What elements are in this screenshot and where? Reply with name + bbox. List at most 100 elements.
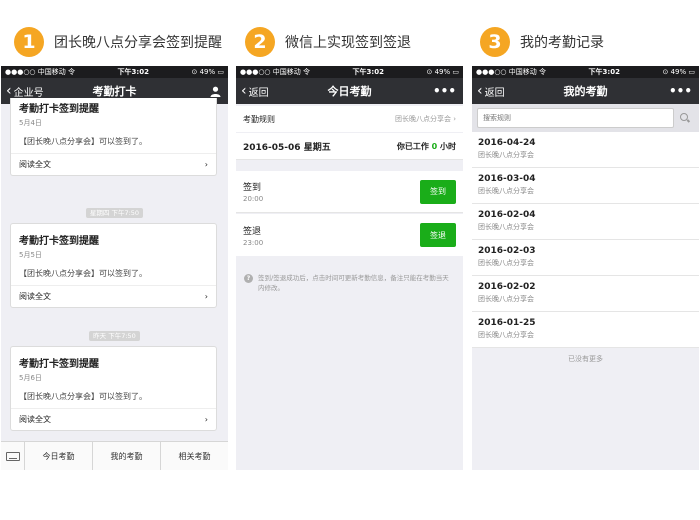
read-more-link[interactable]: 阅读全文 › [11,153,216,175]
message-card[interactable]: 考勤打卡签到提醒 5月5日 【团长晚八点分享会】可以签到了。 阅读全文 › [10,223,217,308]
nav-title: 我的考勤 [563,85,608,98]
time-label: 星期四 下午7:50 [1,200,228,219]
record-rule: 团长晚八点分享会 [478,295,534,303]
list-item[interactable]: 2016-02-04 团长晚八点分享会 [472,204,699,240]
signout-label: 签退 [243,226,262,237]
record-date: 2016-01-25 [478,318,536,328]
battery-icon: ⊙ 49% ▭ [191,68,224,76]
time-label: 昨天 下午7:50 [1,323,228,342]
record-list: 2016-04-24 团长晚八点分享会 2016-03-04 团长晚八点分享会 … [472,132,699,348]
step-title: 微信上实现签到签退 [285,35,411,51]
more-icon[interactable]: ••• [433,78,456,104]
card-body: 【团长晚八点分享会】可以签到了。 [19,137,147,146]
signin-button[interactable]: 签到 [420,179,456,204]
back-button[interactable]: ‹ 返回 [477,78,505,104]
wifi-icon: 令 [539,68,546,76]
record-rule: 团长晚八点分享会 [478,331,534,339]
wifi-icon: 令 [68,68,75,76]
record-date: 2016-03-04 [478,174,536,184]
navbar: ‹ 返回 我的考勤 ••• [472,78,699,104]
hint-note: ? 签到/签退成功后，点击时间可更新考勤信息，备注只能在考勤当天内修改。 [236,273,463,293]
message-card[interactable]: 考勤打卡签到提醒 5月6日 【团长晚八点分享会】可以签到了。 阅读全文 › [10,346,217,431]
menu-today-attendance[interactable]: 今日考勤 [25,442,93,470]
more-icon[interactable]: ••• [669,78,692,104]
worked-hours: 你已工作 0 小时 [396,141,456,151]
step-number: 3 [480,27,510,57]
no-more-label: 已没有更多 [568,355,603,363]
menu-my-attendance[interactable]: 我的考勤 [93,442,161,470]
read-more-link[interactable]: 阅读全文 › [11,408,216,430]
record-date: 2016-02-03 [478,246,536,256]
signout-time: 23:00 [243,238,264,247]
carrier-label: ●●●○○ 中国移动 令 [5,68,75,76]
battery-icon: ⊙ 49% ▭ [662,68,695,76]
clock: 下午3:02 [588,68,620,76]
chevron-left-icon: ‹ [241,83,247,99]
status-bar: ●●●○○ 中国移动 令 下午3:02 ⊙ 49% ▭ [1,66,228,78]
record-date: 2016-02-04 [478,210,536,220]
back-label: 返回 [248,87,269,99]
hint-text: 签到/签退成功后，点击时间可更新考勤信息，备注只能在考勤当天内修改。 [258,274,449,292]
step-header-2: 2 微信上实现签到签退 [245,26,411,58]
rule-value: 团长晚八点分享会 › [394,115,456,123]
today-date: 2016-05-06 星期五 [243,142,331,153]
step-header-1: 1 团长晚八点分享会签到提醒 [14,26,222,58]
chevron-right-icon: › [453,115,456,123]
search-icon[interactable] [680,113,690,123]
signout-button[interactable]: 签退 [420,223,456,247]
card-body: 【团长晚八点分享会】可以签到了。 [19,269,147,278]
card-title: 考勤打卡签到提醒 [19,236,99,247]
record-rule: 团长晚八点分享会 [478,151,534,159]
read-more-label: 阅读全文 [19,415,51,424]
menu-related-attendance[interactable]: 相关考勤 [161,442,228,470]
question-icon: ? [244,274,253,283]
signin-time: 20:00 [243,195,264,203]
rule-label: 考勤规则 [243,114,275,124]
bottom-menu: 今日考勤 我的考勤 相关考勤 [1,441,228,470]
date-row: 2016-05-06 星期五 你已工作 0 小时 [236,133,463,160]
card-title: 考勤打卡签到提醒 [19,359,99,370]
card-title: 考勤打卡签到提醒 [19,104,99,115]
wifi-icon: 令 [303,68,310,76]
record-date: 2016-04-24 [478,138,536,148]
card-date: 5月6日 [19,374,42,382]
record-rule: 团长晚八点分享会 [478,187,534,195]
search-input[interactable] [477,108,674,128]
read-more-label: 阅读全文 [19,292,51,301]
step-header-3: 3 我的考勤记录 [480,26,604,58]
card-body: 【团长晚八点分享会】可以签到了。 [19,392,147,401]
clock: 下午3:02 [352,68,384,76]
list-item[interactable]: 2016-02-03 团长晚八点分享会 [472,240,699,276]
list-item[interactable]: 2016-03-04 团长晚八点分享会 [472,168,699,204]
search-bar [472,104,699,132]
chevron-left-icon: ‹ [477,83,483,99]
back-button[interactable]: ‹ 返回 [241,78,269,104]
step-number: 2 [245,27,275,57]
status-bar: ●●●○○ 中国移动 令 下午3:02 ⊙ 49% ▭ [236,66,463,78]
clock: 下午3:02 [117,68,149,76]
read-more-link[interactable]: 阅读全文 › [11,285,216,307]
read-more-label: 阅读全文 [19,160,51,169]
navbar: ‹ 返回 今日考勤 ••• [236,78,463,104]
keyboard-icon [5,451,20,461]
step-title: 我的考勤记录 [520,35,604,51]
list-item[interactable]: 2016-04-24 团长晚八点分享会 [472,132,699,168]
signout-row: 签退 23:00 签退 [236,214,463,256]
record-rule: 团长晚八点分享会 [478,223,534,231]
status-bar: ●●●○○ 中国移动 令 下午3:02 ⊙ 49% ▭ [472,66,699,78]
rule-row[interactable]: 考勤规则 团长晚八点分享会 › [236,106,463,132]
list-item[interactable]: 2016-02-02 团长晚八点分享会 [472,276,699,312]
nav-title: 今日考勤 [327,85,372,98]
back-label: 企业号 [13,87,44,99]
back-label: 返回 [484,87,505,99]
list-item[interactable]: 2016-01-25 团长晚八点分享会 [472,312,699,348]
carrier-label: ●●●○○ 中国移动 令 [240,68,310,76]
screen-my-attendance: ●●●○○ 中国移动 令 下午3:02 ⊙ 49% ▭ ‹ 返回 我的考勤 ••… [472,66,699,470]
record-date: 2016-02-02 [478,282,536,292]
message-card[interactable]: 考勤打卡签到提醒 5月4日 【团长晚八点分享会】可以签到了。 阅读全文 › [10,98,217,176]
chevron-right-icon: › [204,292,208,301]
nav-title: 考勤打卡 [92,85,137,98]
keyboard-toggle[interactable] [1,442,25,470]
screen-attendance-chat: ●●●○○ 中国移动 令 下午3:02 ⊙ 49% ▭ ‹ 企业号 考勤打卡 考… [1,66,228,470]
signin-label: 签到 [243,183,262,193]
